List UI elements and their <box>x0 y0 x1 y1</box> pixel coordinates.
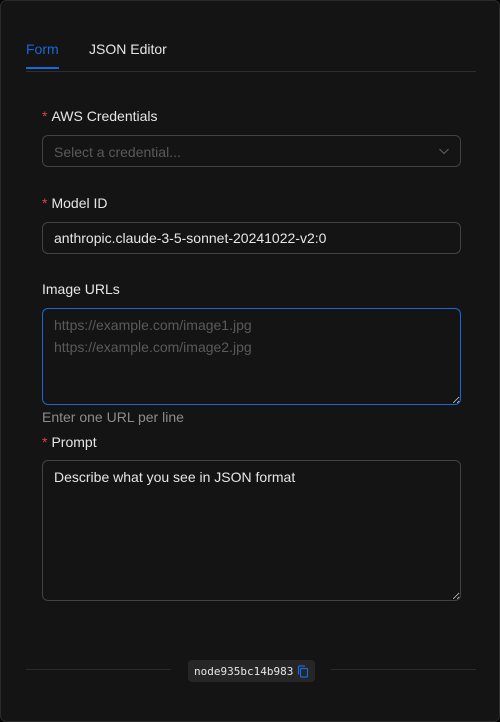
prompt-textarea[interactable]: Describe what you see in JSON format <box>42 460 461 601</box>
model-id-input[interactable] <box>42 222 461 254</box>
tab-form[interactable]: Form <box>26 41 59 69</box>
node-id-text: node935bc14b983 <box>194 664 294 678</box>
required-mark: * <box>42 195 48 211</box>
required-mark: * <box>42 108 48 124</box>
aws-credentials-select[interactable]: Select a credential... <box>42 135 461 167</box>
aws-credentials-placeholder: Select a credential... <box>54 144 181 160</box>
tab-json-editor[interactable]: JSON Editor <box>89 41 167 68</box>
image-urls-textarea[interactable] <box>42 308 461 405</box>
image-urls-label-text: Image URLs <box>42 281 120 297</box>
tab-bar: Form JSON Editor <box>26 31 476 72</box>
aws-credentials-label: * AWS Credentials <box>42 108 158 124</box>
aws-credentials-label-text: AWS Credentials <box>51 108 158 124</box>
footer-divider-right <box>331 669 476 670</box>
image-urls-help-text: Enter one URL per line <box>42 409 184 425</box>
model-id-label: * Model ID <box>42 195 107 211</box>
copy-icon[interactable] <box>297 664 309 678</box>
model-id-label-text: Model ID <box>51 195 108 211</box>
required-mark: * <box>42 434 48 450</box>
image-urls-label: Image URLs <box>42 281 120 297</box>
node-id-chip: node935bc14b983 <box>188 660 316 682</box>
node-config-panel: Form JSON Editor * AWS Credentials Select… <box>0 0 500 722</box>
prompt-label: * Prompt <box>42 434 97 450</box>
footer-divider-left <box>26 669 171 670</box>
prompt-label-text: Prompt <box>51 434 97 450</box>
chevron-down-icon <box>439 148 449 155</box>
